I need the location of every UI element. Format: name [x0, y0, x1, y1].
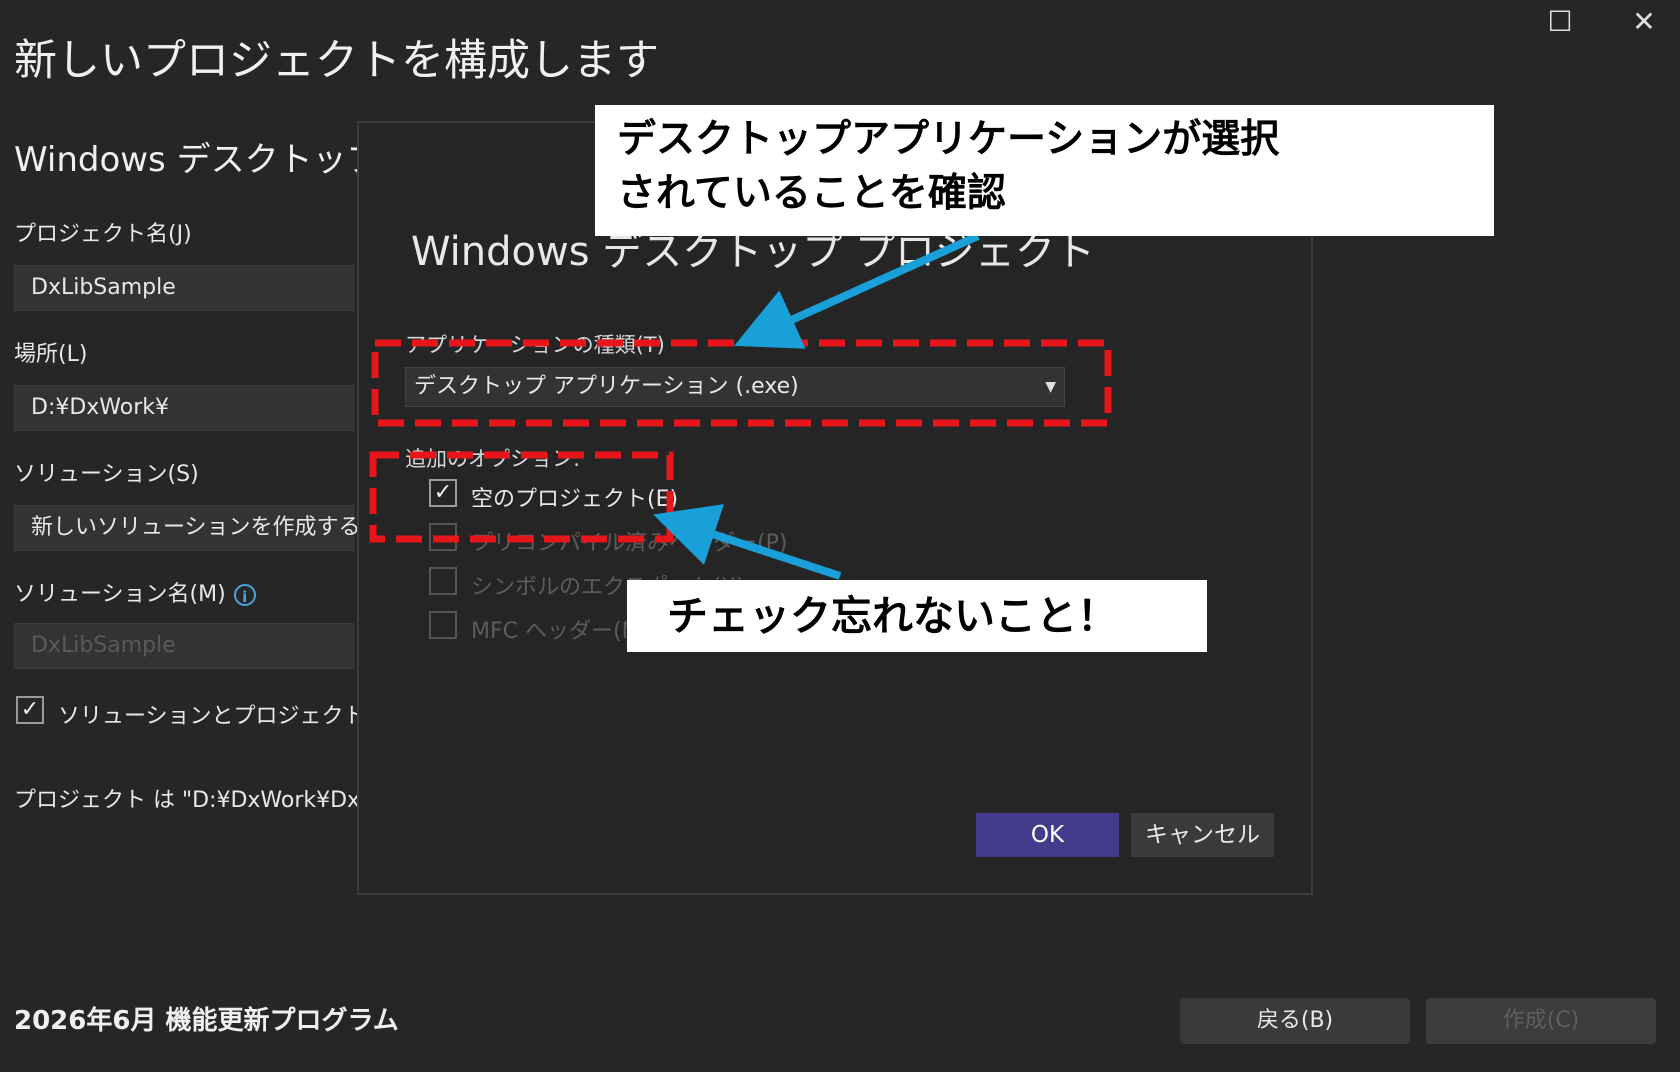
callout-line-1: デスクトップアプリケーションが選択 — [617, 117, 1280, 162]
project-options-dialog: Windows デスクトップ プロジェクト アプリケーションの種類(T) デスク… — [357, 121, 1313, 895]
ok-button[interactable]: OK — [976, 813, 1119, 857]
mfc-headers-checkbox[interactable] — [429, 611, 457, 639]
callout-confirm-desktop-app: デスクトップアプリケーションが選択 されていることを確認 — [595, 105, 1494, 236]
solution-label: ソリューション(S) — [14, 462, 199, 487]
app-type-label: アプリケーションの種類(T) — [405, 333, 665, 357]
location-value: D:¥DxWork¥ — [31, 395, 170, 420]
info-icon[interactable]: i — [233, 584, 256, 606]
precompiled-header-label: プリコンパイル済みヘッダー(P) — [471, 531, 788, 556]
page-title: 新しいプロジェクトを構成します — [14, 36, 659, 86]
mfc-headers-label: MFC ヘッダー(M) — [471, 619, 650, 644]
solution-name-label: ソリューション名(M) — [14, 582, 226, 607]
solution-name-input: DxLibSample — [14, 623, 354, 669]
same-directory-checkbox[interactable]: ✓ — [16, 696, 44, 724]
location-label: 場所(L) — [14, 342, 88, 367]
cancel-button[interactable]: キャンセル — [1131, 813, 1274, 857]
app-type-select[interactable]: デスクトップ アプリケーション (.exe) ▼ — [405, 367, 1065, 407]
maximize-icon[interactable]: ☐ — [1536, 2, 1584, 42]
back-button[interactable]: 戻る(B) — [1180, 998, 1410, 1044]
project-name-input[interactable]: DxLibSample — [14, 265, 354, 311]
solution-select[interactable]: 新しいソリューションを作成する — [14, 505, 361, 551]
project-name-value: DxLibSample — [31, 275, 176, 300]
solution-value: 新しいソリューションを作成する — [31, 515, 361, 540]
chevron-down-icon: ▼ — [1045, 379, 1056, 395]
export-symbols-checkbox[interactable] — [429, 567, 457, 595]
solution-name-value: DxLibSample — [31, 633, 176, 658]
close-icon[interactable]: ✕ — [1620, 2, 1668, 42]
app-type-value: デスクトップ アプリケーション (.exe) — [414, 374, 799, 399]
callout-line-2: されていることを確認 — [617, 171, 1006, 216]
callout-dont-forget-check: チェック忘れないこと！ — [627, 580, 1207, 652]
empty-project-label: 空のプロジェクト(E) — [471, 487, 679, 512]
project-name-label: プロジェクト名(J) — [14, 222, 192, 247]
empty-project-checkbox[interactable]: ✓ — [429, 479, 457, 507]
options-label: 追加のオプション: — [405, 447, 581, 471]
solution-name-label-row: ソリューション名(M) i — [14, 576, 256, 608]
location-input[interactable]: D:¥DxWork¥ — [14, 385, 354, 431]
update-notice[interactable]: 2026年6月 機能更新プログラム — [14, 1000, 399, 1037]
precompiled-header-checkbox[interactable] — [429, 523, 457, 551]
create-button[interactable]: 作成(C) — [1426, 998, 1656, 1044]
